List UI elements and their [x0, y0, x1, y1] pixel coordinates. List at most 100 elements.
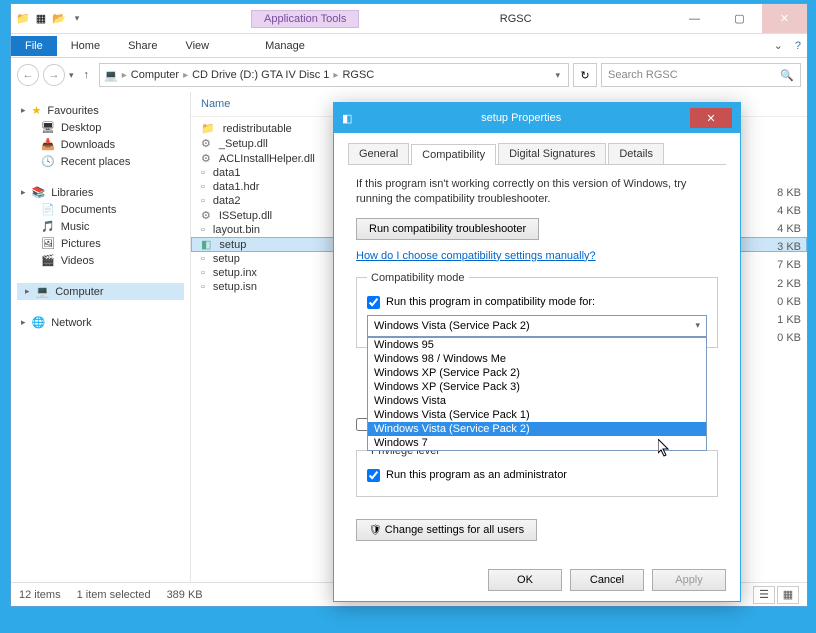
- cancel-button[interactable]: Cancel: [570, 569, 644, 591]
- chevron-down-icon[interactable]: ▾: [695, 320, 700, 331]
- compat-combo-list[interactable]: Windows 95Windows 98 / Windows MeWindows…: [367, 337, 707, 451]
- admin-checkbox-row[interactable]: Run this program as an administrator: [367, 469, 707, 482]
- sidebar-label: Computer: [55, 286, 103, 298]
- compat-option[interactable]: Windows Vista (Service Pack 2): [368, 422, 706, 436]
- tab-compatibility[interactable]: Compatibility: [411, 144, 496, 165]
- compat-option[interactable]: Windows XP (Service Pack 3): [368, 380, 706, 394]
- breadcrumb-part[interactable]: CD Drive (D:) GTA IV Disc 1: [192, 69, 329, 81]
- sidebar-item-videos[interactable]: Videos: [17, 252, 184, 269]
- expand-icon[interactable]: ▸: [21, 317, 26, 328]
- sidebar-label: Favourites: [47, 105, 98, 117]
- tab-digital-signatures[interactable]: Digital Signatures: [498, 143, 606, 164]
- file-icon: [201, 122, 215, 135]
- tab-details[interactable]: Details: [608, 143, 664, 164]
- ok-button[interactable]: OK: [488, 569, 562, 591]
- compat-selected-value: Windows Vista (Service Pack 2): [374, 320, 530, 332]
- compat-checkbox[interactable]: [367, 296, 380, 309]
- contextual-tab-label[interactable]: Application Tools: [251, 10, 359, 28]
- history-dropdown-icon[interactable]: ▾: [69, 70, 74, 81]
- file-icon: [201, 224, 205, 236]
- compatibility-hint: If this program isn't working correctly …: [356, 177, 718, 208]
- minimize-button[interactable]: —: [672, 4, 717, 33]
- file-size: 8 KB: [777, 187, 801, 205]
- maximize-button[interactable]: ▢: [717, 4, 762, 33]
- ribbon-tab-view[interactable]: View: [171, 36, 223, 56]
- view-details-button[interactable]: ☰: [753, 586, 775, 604]
- breadcrumb-part[interactable]: Computer: [131, 69, 179, 81]
- back-button[interactable]: ←: [17, 64, 39, 86]
- compat-option[interactable]: Windows 98 / Windows Me: [368, 352, 706, 366]
- compatibility-help-link[interactable]: How do I choose compatibility settings m…: [356, 250, 718, 262]
- lib-icon: [32, 186, 46, 199]
- sidebar-head-network[interactable]: ▸Network: [17, 314, 184, 331]
- compat-checkbox-row[interactable]: Run this program in compatibility mode f…: [367, 296, 707, 309]
- status-item-count: 12 items: [19, 589, 61, 601]
- up-button[interactable]: ↑: [78, 69, 96, 81]
- breadcrumb-root-icon[interactable]: 💻: [104, 69, 118, 82]
- expand-icon[interactable]: ▸: [25, 286, 30, 297]
- qat-dropdown-icon[interactable]: ▾: [69, 11, 85, 27]
- pic-icon: [41, 237, 55, 250]
- file-size: 4 KB: [777, 205, 801, 223]
- monitor-icon: [41, 121, 55, 134]
- qat-newfolder-icon[interactable]: 📂: [51, 11, 67, 27]
- breadcrumb-dropdown-icon[interactable]: ▾: [551, 70, 564, 81]
- forward-button[interactable]: →: [43, 64, 65, 86]
- file-icon: [201, 181, 205, 193]
- sidebar-item-pictures[interactable]: Pictures: [17, 235, 184, 252]
- dialog-titlebar[interactable]: ◧ setup Properties ✕: [334, 103, 740, 133]
- compat-combo[interactable]: Windows Vista (Service Pack 2) ▾ Windows…: [367, 315, 707, 337]
- ribbon-file-tab[interactable]: File: [11, 36, 57, 56]
- view-icons-button[interactable]: ▦: [777, 586, 799, 604]
- file-size: [777, 132, 801, 150]
- compat-option[interactable]: Windows Vista (Service Pack 1): [368, 408, 706, 422]
- sidebar-item-documents[interactable]: Documents: [17, 201, 184, 218]
- troubleshoot-button[interactable]: Run compatibility troubleshooter: [356, 218, 539, 240]
- file-size: 0 KB: [777, 296, 801, 314]
- ribbon-tab-home[interactable]: Home: [57, 36, 114, 56]
- file-size: [777, 150, 801, 168]
- sidebar-label: Libraries: [51, 187, 93, 199]
- pc-icon: [36, 285, 50, 298]
- ribbon-tab-manage[interactable]: Manage: [251, 36, 319, 56]
- sidebar-item-downloads[interactable]: Downloads: [17, 136, 184, 153]
- breadcrumb[interactable]: 💻 ▸ Computer ▸ CD Drive (D:) GTA IV Disc…: [99, 63, 569, 87]
- file-icon: [201, 137, 211, 150]
- shield-icon: [369, 524, 382, 536]
- star-icon: [32, 104, 42, 117]
- change-all-users-button[interactable]: Change settings for all users: [356, 519, 537, 541]
- doc-icon: [41, 203, 55, 216]
- dialog-close-button[interactable]: ✕: [690, 108, 732, 128]
- sidebar-item-music[interactable]: Music: [17, 218, 184, 235]
- dl-icon: [41, 138, 55, 151]
- sidebar-head-libraries[interactable]: ▸ Libraries: [17, 184, 184, 201]
- sidebar-head-favourites[interactable]: ▸ Favourites: [17, 102, 184, 119]
- ribbon-expand-icon[interactable]: ⌄: [768, 39, 789, 52]
- compat-option[interactable]: Windows XP (Service Pack 2): [368, 366, 706, 380]
- admin-checkbox[interactable]: [367, 469, 380, 482]
- qat-props-icon[interactable]: ▦: [33, 11, 49, 27]
- dialog-tabs: General Compatibility Digital Signatures…: [348, 143, 726, 165]
- search-input[interactable]: Search RGSC 🔍: [601, 63, 801, 87]
- refresh-button[interactable]: ↻: [573, 63, 597, 87]
- help-icon[interactable]: ?: [789, 40, 807, 52]
- clock-icon: [41, 155, 55, 168]
- expand-icon[interactable]: ▸: [21, 105, 26, 116]
- breadcrumb-part[interactable]: RGSC: [342, 69, 374, 81]
- file-size: [777, 168, 801, 186]
- sidebar-item-recent-places[interactable]: Recent places: [17, 153, 184, 170]
- file-icon: [201, 253, 205, 265]
- sidebar-head-computer[interactable]: ▸ Computer: [17, 283, 184, 300]
- close-button[interactable]: ✕: [762, 4, 807, 33]
- vid-icon: [41, 254, 55, 267]
- sidebar-item-desktop[interactable]: Desktop: [17, 119, 184, 136]
- compat-option[interactable]: Windows 7: [368, 436, 706, 450]
- change-all-users-label: Change settings for all users: [385, 524, 524, 536]
- compat-option[interactable]: Windows Vista: [368, 394, 706, 408]
- compat-option[interactable]: Windows 95: [368, 338, 706, 352]
- net-icon: [32, 316, 46, 329]
- apply-button[interactable]: Apply: [652, 569, 726, 591]
- ribbon-tab-share[interactable]: Share: [114, 36, 171, 56]
- expand-icon[interactable]: ▸: [21, 187, 26, 198]
- tab-general[interactable]: General: [348, 143, 409, 164]
